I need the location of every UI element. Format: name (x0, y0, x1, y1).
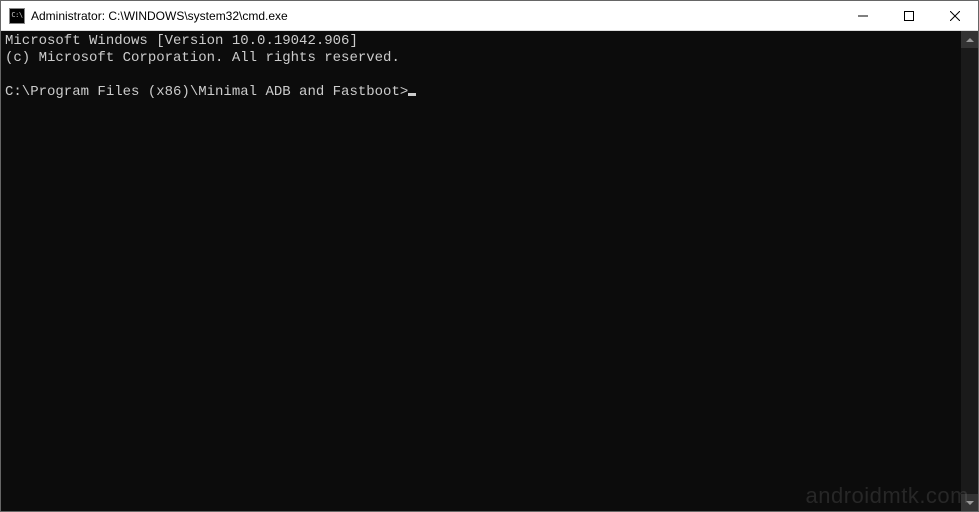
cmd-icon-glyph: C:\ (11, 12, 22, 19)
window-controls (840, 1, 978, 30)
scroll-down-button[interactable] (961, 494, 978, 511)
vertical-scrollbar[interactable] (961, 31, 978, 511)
close-icon (950, 11, 960, 21)
chevron-down-icon (966, 501, 974, 505)
maximize-button[interactable] (886, 1, 932, 30)
close-button[interactable] (932, 1, 978, 30)
terminal-output[interactable]: Microsoft Windows [Version 10.0.19042.90… (1, 31, 961, 511)
terminal-area: Microsoft Windows [Version 10.0.19042.90… (1, 31, 978, 511)
window-title: Administrator: C:\WINDOWS\system32\cmd.e… (31, 9, 840, 23)
minimize-button[interactable] (840, 1, 886, 30)
scroll-up-button[interactable] (961, 31, 978, 48)
terminal-line: (c) Microsoft Corporation. All rights re… (5, 50, 400, 66)
terminal-prompt: C:\Program Files (x86)\Minimal ADB and F… (5, 84, 408, 100)
chevron-up-icon (966, 38, 974, 42)
cmd-window: C:\ Administrator: C:\WINDOWS\system32\c… (0, 0, 979, 512)
scroll-track[interactable] (961, 48, 978, 494)
cursor (408, 93, 416, 96)
minimize-icon (858, 11, 868, 21)
cmd-icon: C:\ (9, 8, 25, 24)
maximize-icon (904, 11, 914, 21)
terminal-line: Microsoft Windows [Version 10.0.19042.90… (5, 33, 358, 49)
titlebar[interactable]: C:\ Administrator: C:\WINDOWS\system32\c… (1, 1, 978, 31)
